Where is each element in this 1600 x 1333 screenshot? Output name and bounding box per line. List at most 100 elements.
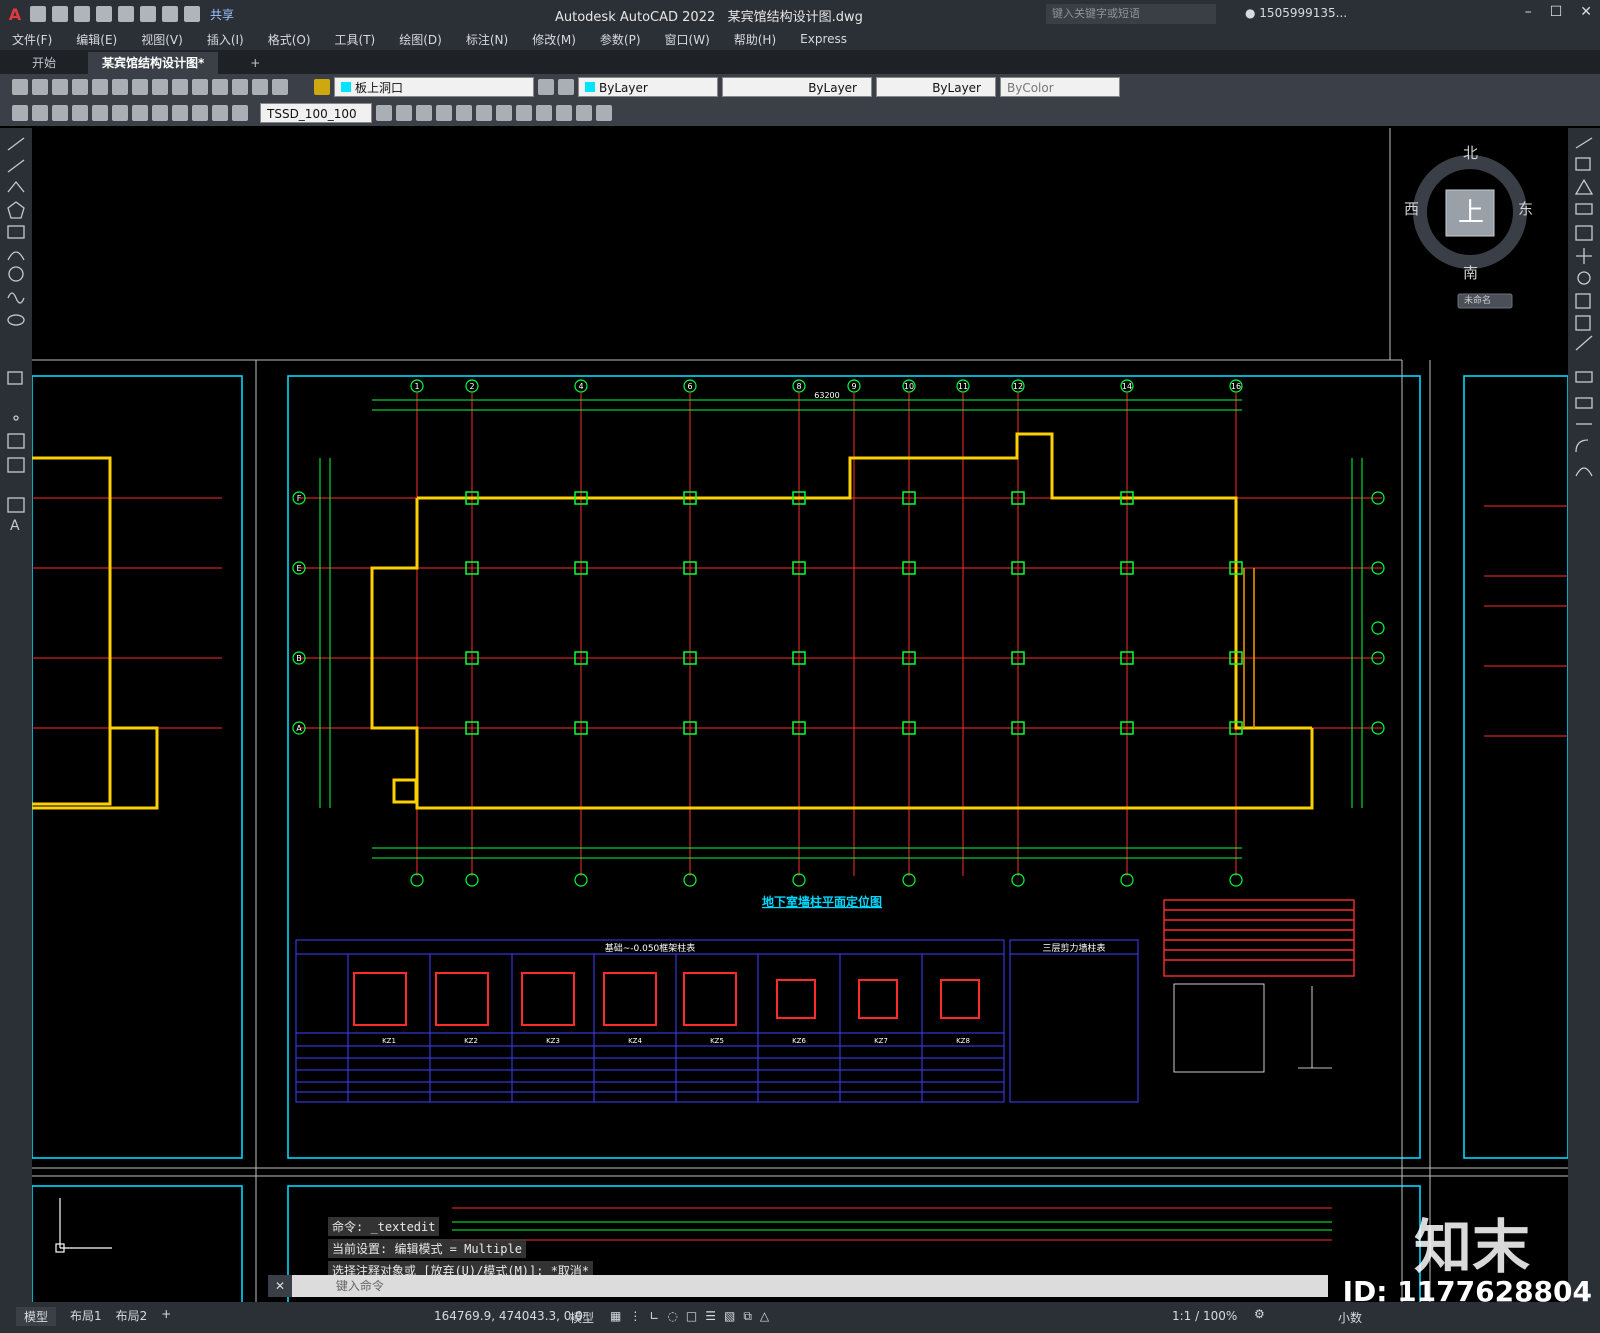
- transparency-icon[interactable]: ▧: [724, 1309, 735, 1324]
- compass-south[interactable]: 南: [1463, 262, 1478, 283]
- modify-mirror-icon[interactable]: [436, 105, 452, 121]
- add-layout-button[interactable]: +: [161, 1307, 171, 1326]
- modify-move-icon[interactable]: [396, 105, 412, 121]
- dim-diameter-icon[interactable]: [112, 105, 128, 121]
- menu-parametric[interactable]: 参数(P): [588, 31, 653, 48]
- dim-radius-icon[interactable]: [92, 105, 108, 121]
- osnap-icon[interactable]: □: [686, 1309, 697, 1324]
- help-icon[interactable]: [272, 79, 288, 95]
- user-account[interactable]: ● 1505999135...: [1245, 6, 1347, 20]
- save-icon[interactable]: [52, 79, 68, 95]
- modify-scale-icon[interactable]: [516, 105, 532, 121]
- polar-icon[interactable]: ◌: [667, 1309, 677, 1324]
- dim-aligned-icon[interactable]: [32, 105, 48, 121]
- menu-view[interactable]: 视图(V): [129, 31, 195, 48]
- modify-tools-icons[interactable]: [1568, 128, 1600, 528]
- pan-icon[interactable]: [212, 79, 228, 95]
- compass-north[interactable]: 北: [1463, 142, 1478, 163]
- layer-match-icon[interactable]: [558, 79, 574, 95]
- layer-dropdown[interactable]: 板上洞口: [334, 77, 534, 97]
- center-mark-icon[interactable]: [212, 105, 228, 121]
- units-display[interactable]: 小数: [1338, 1309, 1362, 1326]
- undo-icon[interactable]: [172, 79, 188, 95]
- paste-icon[interactable]: [152, 79, 168, 95]
- new-icon[interactable]: [12, 79, 28, 95]
- snap-icon[interactable]: ⋮: [629, 1309, 641, 1324]
- close-icon[interactable]: ✕: [1580, 4, 1592, 20]
- cad-drawing[interactable]: 1 2 4 6 8 9 10 11 12 14 16 F E B A 63200…: [32, 128, 1568, 1302]
- selection-cycle-icon[interactable]: ⧉: [743, 1309, 752, 1324]
- menu-insert[interactable]: 插入(I): [195, 31, 256, 48]
- modify-extend-icon[interactable]: [556, 105, 572, 121]
- publish-icon[interactable]: [118, 6, 134, 22]
- plot-icon[interactable]: [140, 6, 156, 22]
- layer-tools-icon[interactable]: [538, 79, 554, 95]
- compass-east[interactable]: 东: [1518, 198, 1533, 219]
- cut-icon[interactable]: [112, 79, 128, 95]
- dim-edit-icon[interactable]: [232, 105, 248, 121]
- dim-arc-icon[interactable]: [52, 105, 68, 121]
- menu-file[interactable]: 文件(F): [0, 31, 64, 48]
- dim-baseline-icon[interactable]: [152, 105, 168, 121]
- dim-linear-icon[interactable]: [12, 105, 28, 121]
- print-icon[interactable]: [72, 79, 88, 95]
- dim-ordinate-icon[interactable]: [72, 105, 88, 121]
- plotstyle-dropdown[interactable]: ByColor: [1000, 77, 1120, 97]
- lineweight-dropdown[interactable]: ByLayer: [876, 77, 996, 97]
- menu-edit[interactable]: 编辑(E): [64, 31, 129, 48]
- open-icon[interactable]: [32, 79, 48, 95]
- layout-tab-2[interactable]: 布局2: [116, 1307, 148, 1326]
- new-file-icon[interactable]: [30, 6, 46, 22]
- tolerance-icon[interactable]: [192, 105, 208, 121]
- share-button[interactable]: 共享: [210, 6, 234, 23]
- menu-format[interactable]: 格式(O): [256, 31, 323, 48]
- dimstyle-icon[interactable]: [376, 105, 392, 121]
- save-as-icon[interactable]: [96, 6, 112, 22]
- zoom-icon[interactable]: [232, 79, 248, 95]
- lineweight-icon[interactable]: ☰: [705, 1309, 716, 1324]
- modify-explode-icon[interactable]: [596, 105, 612, 121]
- copy-icon[interactable]: [132, 79, 148, 95]
- workspace-gear-icon[interactable]: ⚙: [1254, 1307, 1265, 1321]
- tab-start[interactable]: 开始: [18, 52, 70, 74]
- menu-modify[interactable]: 修改(M): [520, 31, 588, 48]
- open-file-icon[interactable]: [52, 6, 68, 22]
- maximize-icon[interactable]: ☐: [1550, 4, 1563, 20]
- color-dropdown[interactable]: ByLayer: [578, 77, 718, 97]
- annotation-scale[interactable]: 1:1 / 100%: [1172, 1309, 1237, 1323]
- compass-west[interactable]: 西: [1404, 198, 1419, 219]
- menu-tools[interactable]: 工具(T): [323, 31, 388, 48]
- layer-state-icon[interactable]: [314, 79, 330, 95]
- minimize-icon[interactable]: –: [1525, 4, 1532, 20]
- menu-draw[interactable]: 绘图(D): [387, 31, 454, 48]
- tab-drawing[interactable]: 某宾馆结构设计图*: [88, 52, 219, 74]
- ortho-icon[interactable]: ∟: [649, 1309, 659, 1324]
- grid-icon[interactable]: ▦: [610, 1309, 621, 1324]
- new-tab-button[interactable]: +: [236, 52, 274, 74]
- dim-continue-icon[interactable]: [172, 105, 188, 121]
- search-input[interactable]: 键入关键字或短语: [1046, 4, 1216, 24]
- properties-icon[interactable]: [252, 79, 268, 95]
- menu-window[interactable]: 窗口(W): [653, 31, 722, 48]
- dim-angular-icon[interactable]: [132, 105, 148, 121]
- draw-tools-icons[interactable]: A: [0, 128, 32, 568]
- modify-trim-icon[interactable]: [536, 105, 552, 121]
- drawing-canvas[interactable]: 1 2 4 6 8 9 10 11 12 14 16 F E B A 63200…: [32, 128, 1568, 1302]
- redo-icon[interactable]: [192, 79, 208, 95]
- modify-array-icon[interactable]: [476, 105, 492, 121]
- save-icon[interactable]: [74, 6, 90, 22]
- redo-icon[interactable]: [184, 6, 200, 22]
- undo-icon[interactable]: [162, 6, 178, 22]
- autocad-logo[interactable]: A: [0, 0, 30, 28]
- menu-dimension[interactable]: 标注(N): [454, 31, 520, 48]
- menu-help[interactable]: 帮助(H): [722, 31, 788, 48]
- ucs-menu[interactable]: 未命名: [1464, 293, 1491, 306]
- layout-tab-1[interactable]: 布局1: [70, 1307, 102, 1326]
- modify-rotate-icon[interactable]: [496, 105, 512, 121]
- layout-tab-model[interactable]: 模型: [16, 1307, 57, 1326]
- linetype-dropdown[interactable]: ByLayer: [722, 77, 872, 97]
- preview-icon[interactable]: [92, 79, 108, 95]
- modify-offset-icon[interactable]: [456, 105, 472, 121]
- modify-fillet-icon[interactable]: [576, 105, 592, 121]
- view-cube[interactable]: 北 南 东 西 上 未命名: [1404, 140, 1544, 309]
